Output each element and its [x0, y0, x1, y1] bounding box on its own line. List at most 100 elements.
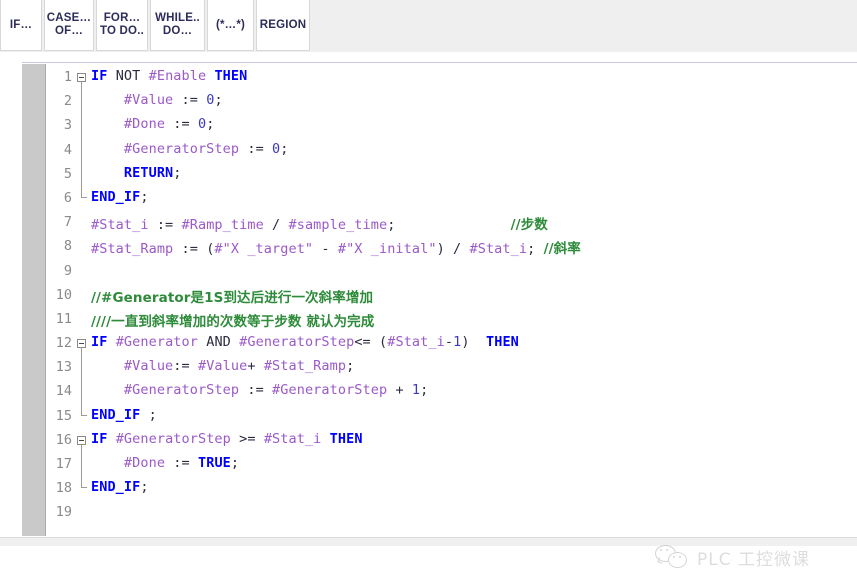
- code-line-text: RETURN;: [91, 165, 182, 181]
- code-token-var: #Stat_i: [263, 430, 322, 447]
- code-token-kw: TRUE: [197, 455, 231, 471]
- code-token-var: #Value: [91, 358, 174, 375]
- code-line[interactable]: 6 END_IF;: [46, 187, 857, 211]
- fold-guide-foot: [81, 197, 87, 198]
- toolbar-button-while-do-block[interactable]: WHILE.. DO…: [150, 0, 205, 51]
- code-token-op: :=: [148, 217, 182, 234]
- code-token-op: :=: [165, 455, 198, 471]
- code-line[interactable]: 18 END_IF;: [46, 477, 857, 501]
- code-token-var: #sample_time: [288, 217, 388, 234]
- code-token-var: #"X _target": [214, 241, 314, 258]
- code-token-op: ;: [230, 455, 240, 471]
- code-token-cmt: //#Generator是1S到达后进行一次斜率增加: [91, 289, 374, 306]
- code-token-op: +: [387, 382, 412, 399]
- code-token-kw: END_IF: [91, 479, 141, 496]
- code-line-text: IF #Generator AND #GeneratorStep<= (#Sta…: [91, 334, 519, 350]
- code-token-kw: THEN: [486, 334, 519, 351]
- code-token-op: ;: [140, 479, 149, 496]
- line-number: 4: [63, 141, 72, 158]
- code-token-var: #Stat_Ramp: [263, 358, 347, 375]
- toolbar-button-case-of-block[interactable]: CASE… OF…: [44, 0, 94, 51]
- code-line-text: #Value:= #Value+ #Stat_Ramp;: [91, 358, 354, 374]
- code-lines[interactable]: 1 IF NOT #Enable THEN 2 #Value := 0; 3 #Don…: [46, 66, 857, 536]
- line-number: 14: [55, 383, 72, 400]
- toolbar-button-label-line1: FOR…: [103, 12, 141, 24]
- line-number: 17: [55, 456, 72, 472]
- code-line-text: //#Generator是1S到达后进行一次斜率增加: [91, 286, 373, 306]
- code-line[interactable]: 9: [46, 260, 857, 284]
- code-token-var: #GeneratorStep: [91, 382, 240, 399]
- code-token-op: :=: [165, 116, 198, 133]
- fold-toggle-icon[interactable]: [77, 435, 86, 445]
- code-line[interactable]: 5 RETURN;: [46, 163, 857, 187]
- code-token-op: ): [461, 334, 486, 351]
- fold-guide-line: [81, 348, 82, 415]
- code-token-kw: IF: [91, 334, 108, 351]
- code-line-text: #Stat_Ramp := (#"X _target" - #"X _inita…: [91, 237, 581, 257]
- line-number: 6: [63, 189, 72, 206]
- code-token-kw: IF: [91, 430, 108, 447]
- code-token-op: NOT: [115, 68, 141, 84]
- line-number: 3: [63, 117, 72, 134]
- code-line-text: ////一直到斜率增加的次数等于步数 就认为完成: [91, 310, 374, 330]
- code-line[interactable]: 13 #Value:= #Value+ #Stat_Ramp;: [46, 356, 857, 380]
- statement-toolbar-strip: IF… CASE… OF… FOR… TO DO.. WHILE.. DO… (*…*) REG…: [0, 0, 312, 51]
- code-token-op: -: [313, 241, 338, 258]
- code-line[interactable]: 2 #Value := 0;: [46, 90, 857, 114]
- toolbar-button-comment-block[interactable]: (*…*): [207, 0, 254, 51]
- code-token-op: <= (: [354, 334, 388, 351]
- fold-toggle-icon[interactable]: [77, 73, 86, 82]
- editor-gutter-band[interactable]: [22, 64, 45, 536]
- code-token-op: ;: [214, 92, 223, 109]
- code-token-var: #Stat_i: [91, 217, 149, 234]
- code-token-var: #Value: [91, 92, 174, 109]
- code-token-var: #Stat_i: [387, 334, 445, 351]
- code-token-pln: [107, 334, 115, 350]
- watermark: PLC 工控微课: [655, 540, 845, 574]
- line-number: 12: [55, 335, 72, 352]
- toolbar-button-label-line2: DO…: [162, 25, 193, 37]
- code-token-op: -: [444, 334, 454, 351]
- fold-guide-foot: [81, 414, 87, 416]
- code-token-op: ;: [206, 116, 215, 133]
- statement-toolbar: IF… CASE… OF… FOR… TO DO.. WHILE.. DO… (*…*) REG…: [0, 0, 857, 52]
- code-line[interactable]: 7 #Stat_i := #Ramp_time / #sample_time; /…: [46, 211, 857, 235]
- code-token-op: :=: [239, 382, 273, 399]
- code-token-op: ;: [420, 382, 429, 399]
- code-line-text: IF #GeneratorStep >= #Stat_i THEN: [91, 431, 363, 447]
- code-token-kw: THEN: [329, 430, 363, 447]
- line-number: 10: [55, 286, 72, 303]
- code-line[interactable]: 14 #GeneratorStep := #GeneratorStep + 1;: [46, 380, 857, 404]
- code-line[interactable]: 15 END_IF ;: [46, 405, 857, 429]
- fold-toggle-icon[interactable]: [77, 339, 86, 349]
- fold-guide-line: [81, 445, 82, 488]
- code-line[interactable]: 17 #Done := TRUE;: [46, 453, 857, 477]
- code-line[interactable]: 10 //#Generator是1S到达后进行一次斜率增加: [46, 284, 857, 308]
- code-line[interactable]: 4 #GeneratorStep := 0;: [46, 139, 857, 163]
- line-number: 2: [63, 93, 72, 110]
- code-line[interactable]: 8 #Stat_Ramp := (#"X _target" - #"X _init…: [46, 235, 857, 259]
- code-token-op: :=: [173, 358, 198, 375]
- code-token-var: #Ramp_time: [181, 217, 264, 234]
- code-line[interactable]: 16 IF #GeneratorStep >= #Stat_i THEN: [46, 429, 857, 453]
- code-token-kw: END_IF: [91, 406, 141, 423]
- toolbar-button-if-block[interactable]: IF…: [0, 0, 42, 51]
- code-token-var: #Done: [91, 455, 166, 471]
- line-number: 13: [55, 359, 72, 376]
- code-line[interactable]: 19: [46, 501, 857, 525]
- code-line[interactable]: 1 IF NOT #Enable THEN: [46, 66, 857, 90]
- code-token-op: ;: [140, 188, 149, 205]
- code-token-var: #Enable: [148, 68, 207, 84]
- code-token-op: +: [247, 358, 264, 375]
- code-line-text: #Stat_i := #Ramp_time / #sample_time; //…: [91, 213, 548, 233]
- code-line[interactable]: 3 #Done := 0;: [46, 114, 857, 138]
- code-line[interactable]: 12 IF #Generator AND #GeneratorStep<= (#S…: [46, 332, 857, 356]
- toolbar-button-label-line2: OF…: [54, 25, 84, 37]
- toolbar-button-region-block[interactable]: REGION: [256, 0, 310, 51]
- code-editor[interactable]: 1 IF NOT #Enable THEN 2 #Value := 0; 3 #Don…: [0, 52, 857, 570]
- code-token-pln: [395, 217, 510, 233]
- code-token-cmt: //斜率: [543, 241, 581, 258]
- code-line-text: #GeneratorStep := #GeneratorStep + 1;: [91, 382, 428, 398]
- toolbar-button-for-to-do-block[interactable]: FOR… TO DO..: [96, 0, 148, 51]
- code-line[interactable]: 11 ////一直到斜率增加的次数等于步数 就认为完成: [46, 308, 857, 332]
